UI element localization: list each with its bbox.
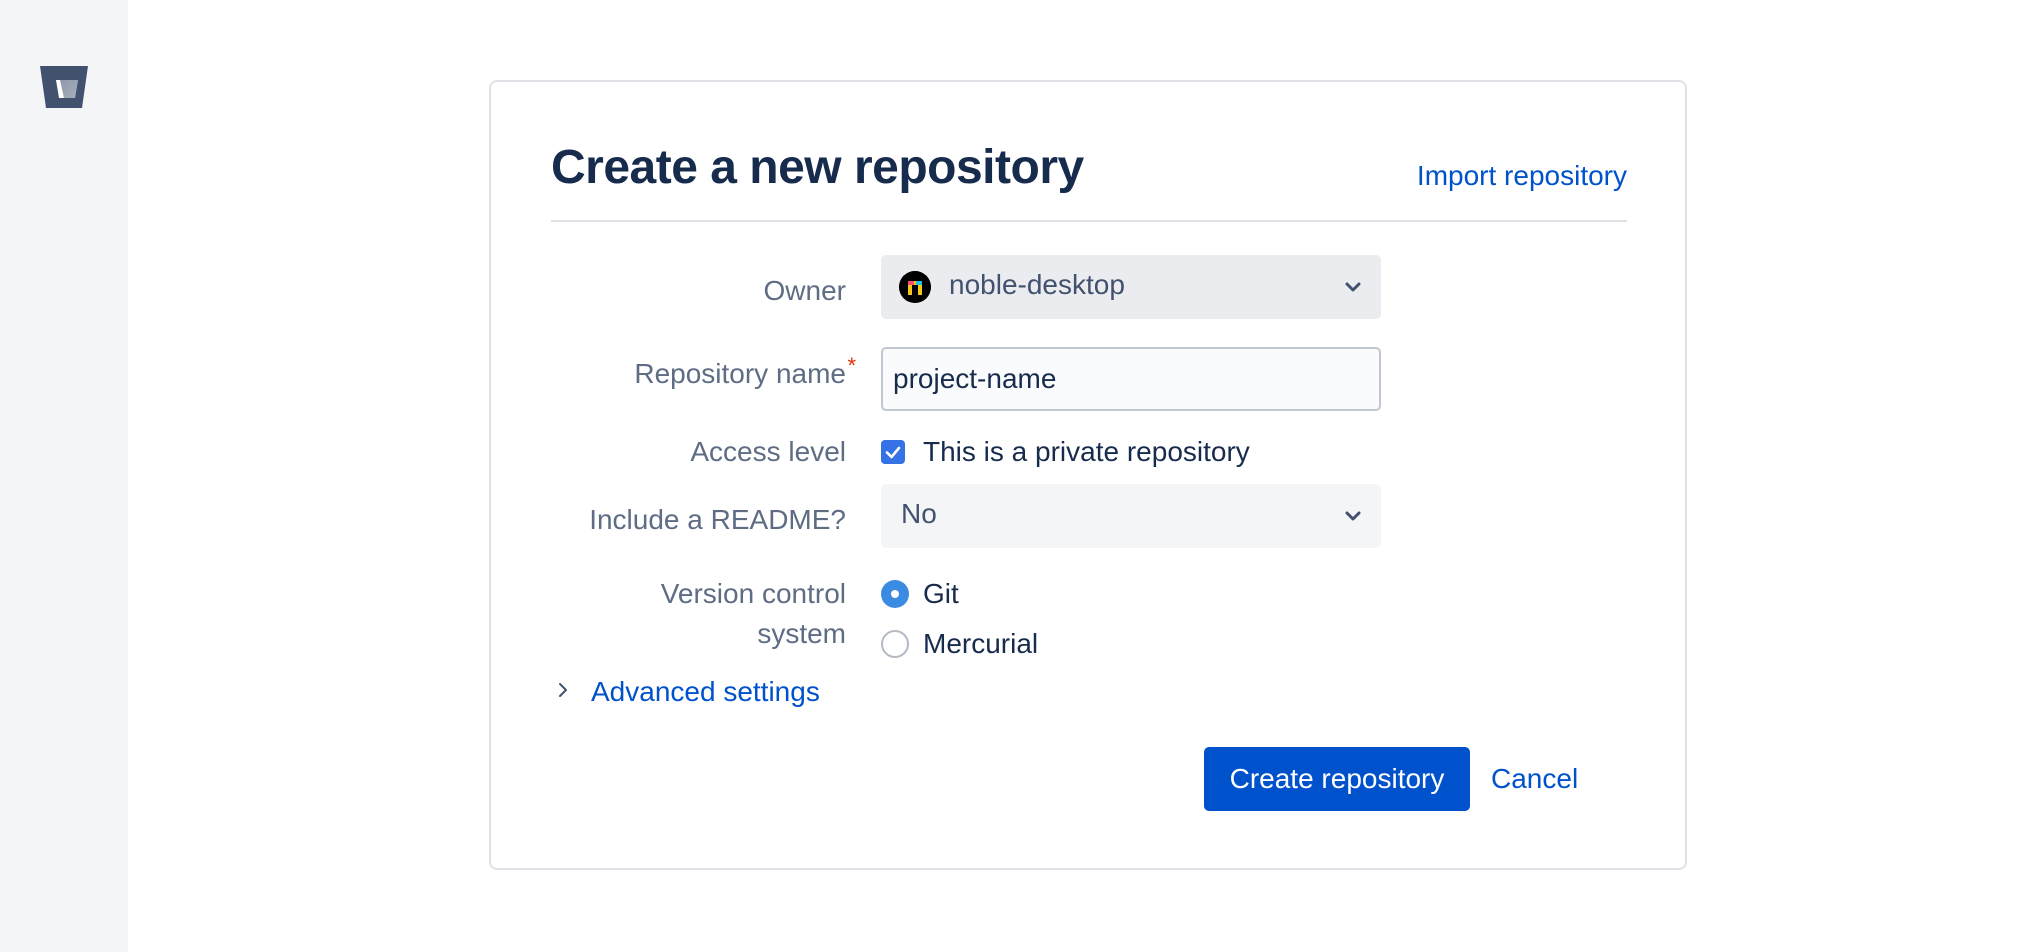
create-repository-card: Create a new repository Import repositor… (489, 80, 1687, 870)
repository-name-label: Repository name * (634, 353, 856, 394)
private-repository-checkbox[interactable] (881, 440, 905, 464)
noble-desktop-avatar-icon (899, 271, 931, 303)
required-asterisk: * (847, 353, 856, 378)
owner-select[interactable]: noble-desktop (881, 255, 1381, 319)
card-header: Create a new repository Import repositor… (551, 140, 1627, 222)
mercurial-radio-label[interactable]: Mercurial (923, 624, 1038, 664)
owner-label: Owner (763, 275, 846, 306)
page-title: Create a new repository (551, 141, 1084, 194)
readme-select[interactable]: No (881, 484, 1381, 548)
chevron-down-icon (1345, 282, 1361, 292)
owner-value: noble-desktop (949, 269, 1125, 300)
create-repository-button[interactable]: Create repository (1204, 747, 1470, 811)
import-repository-link[interactable]: Import repository (1417, 160, 1627, 192)
advanced-settings-link[interactable]: Advanced settings (591, 672, 820, 712)
repository-name-label-text: Repository name (634, 358, 846, 389)
vcs-label-line1: Version control (660, 578, 846, 609)
cancel-link[interactable]: Cancel (1491, 759, 1578, 799)
git-radio-label[interactable]: Git (923, 574, 959, 614)
git-radio[interactable] (881, 580, 909, 608)
mercurial-radio[interactable] (881, 630, 909, 658)
sidebar (0, 0, 128, 952)
readme-label: Include a README? (589, 504, 846, 535)
chevron-down-icon (1345, 511, 1361, 521)
readme-value: No (901, 498, 937, 529)
vcs-label-line2: system (757, 618, 846, 649)
access-level-label: Access level (690, 436, 846, 467)
repository-name-input[interactable] (881, 347, 1381, 411)
bitbucket-logo-icon[interactable] (38, 64, 90, 110)
private-repository-label[interactable]: This is a private repository (923, 432, 1250, 472)
chevron-right-icon (559, 683, 567, 697)
check-icon (885, 446, 901, 459)
